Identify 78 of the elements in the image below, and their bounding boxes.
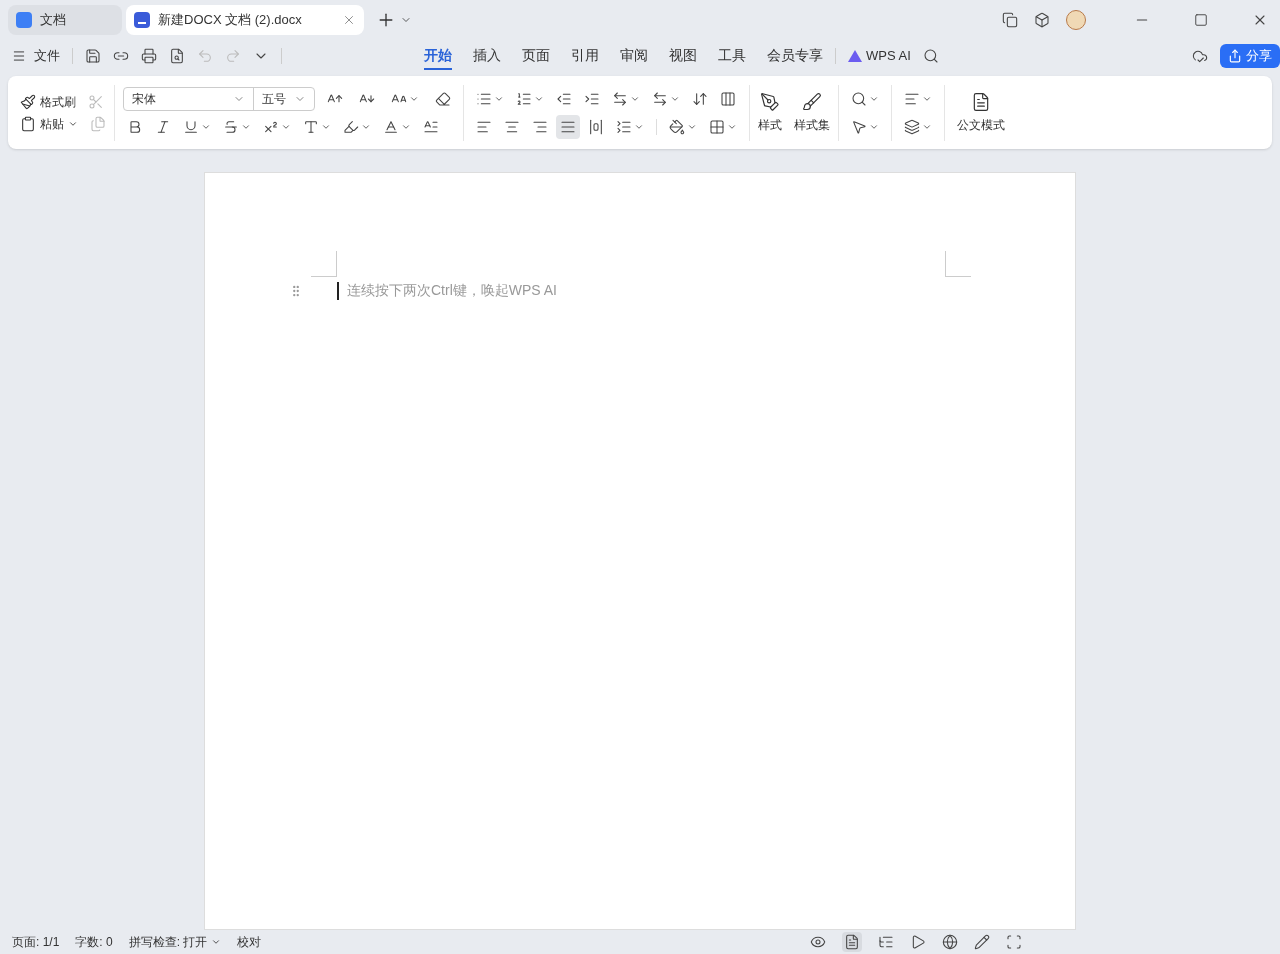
document-tab[interactable]: 文档 — [8, 5, 122, 35]
file-menu[interactable]: 文件 — [12, 46, 60, 66]
margin-corner-mark — [945, 251, 971, 277]
word-count[interactable]: 字数: 0 — [75, 933, 113, 951]
spell-check-button[interactable]: 拼写检查: 打开 — [128, 933, 222, 951]
play-icon[interactable] — [910, 934, 926, 950]
print-icon[interactable] — [141, 48, 157, 64]
style-button[interactable]: 样式 — [758, 91, 782, 134]
menu-icon — [12, 49, 26, 63]
line-spacing-icon — [616, 118, 632, 135]
format-painter-button[interactable]: 格式刷 — [20, 92, 76, 111]
eye-icon[interactable] — [810, 934, 826, 950]
paste-button[interactable]: 粘贴 — [20, 114, 78, 133]
select-icon — [851, 118, 867, 135]
clipboard-icon — [20, 115, 36, 132]
style-set-button[interactable]: 样式集 — [794, 91, 830, 134]
strikethrough-icon — [223, 118, 239, 135]
tab-title: 新建DOCX 文档 (2).docx — [158, 11, 303, 30]
official-mode-button[interactable]: 公文模式 — [953, 91, 1009, 134]
focus-icon[interactable] — [1006, 934, 1022, 950]
numbered-list-icon — [516, 90, 532, 107]
document-tab[interactable]: 新建DOCX 文档 (2).docx — [126, 5, 364, 35]
proofread-button[interactable]: 校对 — [237, 933, 262, 951]
swap-icon — [652, 90, 668, 107]
font-size-dropdown[interactable]: 五号 — [254, 87, 314, 110]
highlight-icon — [343, 118, 359, 135]
italic-icon — [155, 118, 171, 135]
clear-format-icon — [435, 90, 451, 107]
ai-logo-icon — [848, 50, 862, 62]
maximize-icon[interactable] — [1194, 13, 1208, 27]
character-shading-icon — [423, 118, 439, 135]
arrange-icon — [904, 118, 920, 135]
document-icon — [16, 12, 32, 28]
cube-icon[interactable] — [1034, 12, 1050, 28]
align-button[interactable] — [556, 114, 580, 139]
avatar[interactable] — [1066, 10, 1086, 30]
preview-icon[interactable] — [169, 48, 185, 64]
ribbon-tab[interactable]: 开始 — [424, 42, 452, 70]
tab-title: 文档 — [40, 11, 67, 30]
caret-icon — [211, 937, 222, 947]
share-button[interactable]: 分享 — [1220, 44, 1280, 68]
margin-corner-mark — [311, 251, 337, 277]
document-icon — [971, 91, 991, 112]
ribbon-tab[interactable]: 工具 — [718, 42, 746, 70]
brush-icon — [802, 91, 822, 112]
ribbon-tab[interactable]: 插入 — [473, 42, 501, 70]
save-icon[interactable] — [85, 48, 101, 64]
find-icon — [851, 90, 867, 107]
table-icon — [720, 90, 736, 107]
font-name-dropdown[interactable]: 宋体 — [124, 87, 254, 110]
pen-icon[interactable] — [974, 934, 990, 950]
cloud-icon[interactable] — [1192, 48, 1208, 64]
sort-icon — [692, 90, 708, 107]
text-effect-icon — [303, 118, 319, 135]
shading-icon — [669, 118, 685, 135]
ribbon-tab[interactable]: 审阅 — [620, 42, 648, 70]
ribbon-tab[interactable]: 引用 — [571, 42, 599, 70]
paintbrush-icon — [20, 93, 36, 110]
page-icon — [844, 934, 860, 950]
text-direction-icon — [612, 90, 628, 107]
outline-icon[interactable] — [878, 934, 894, 950]
share-icon — [1228, 49, 1242, 63]
search-icon[interactable] — [922, 48, 939, 64]
ribbon-tab[interactable]: 会员专享 — [767, 42, 823, 70]
windows-icon[interactable] — [1002, 12, 1018, 28]
bold-icon — [127, 118, 143, 135]
page-view-button[interactable] — [842, 932, 862, 952]
globe-icon[interactable] — [942, 934, 958, 950]
font-color-icon — [383, 118, 399, 135]
page-count[interactable]: 页面: 1/1 — [12, 933, 60, 951]
border-icon — [709, 118, 725, 135]
ribbon-tab[interactable]: 页面 — [522, 42, 550, 70]
pen-icon — [760, 91, 780, 112]
word-icon — [134, 12, 150, 28]
ai-button[interactable]: WPS AI — [848, 46, 911, 66]
underline-icon — [183, 118, 199, 135]
ribbon-tab[interactable]: 视图 — [669, 42, 697, 70]
align-icon — [588, 118, 604, 135]
